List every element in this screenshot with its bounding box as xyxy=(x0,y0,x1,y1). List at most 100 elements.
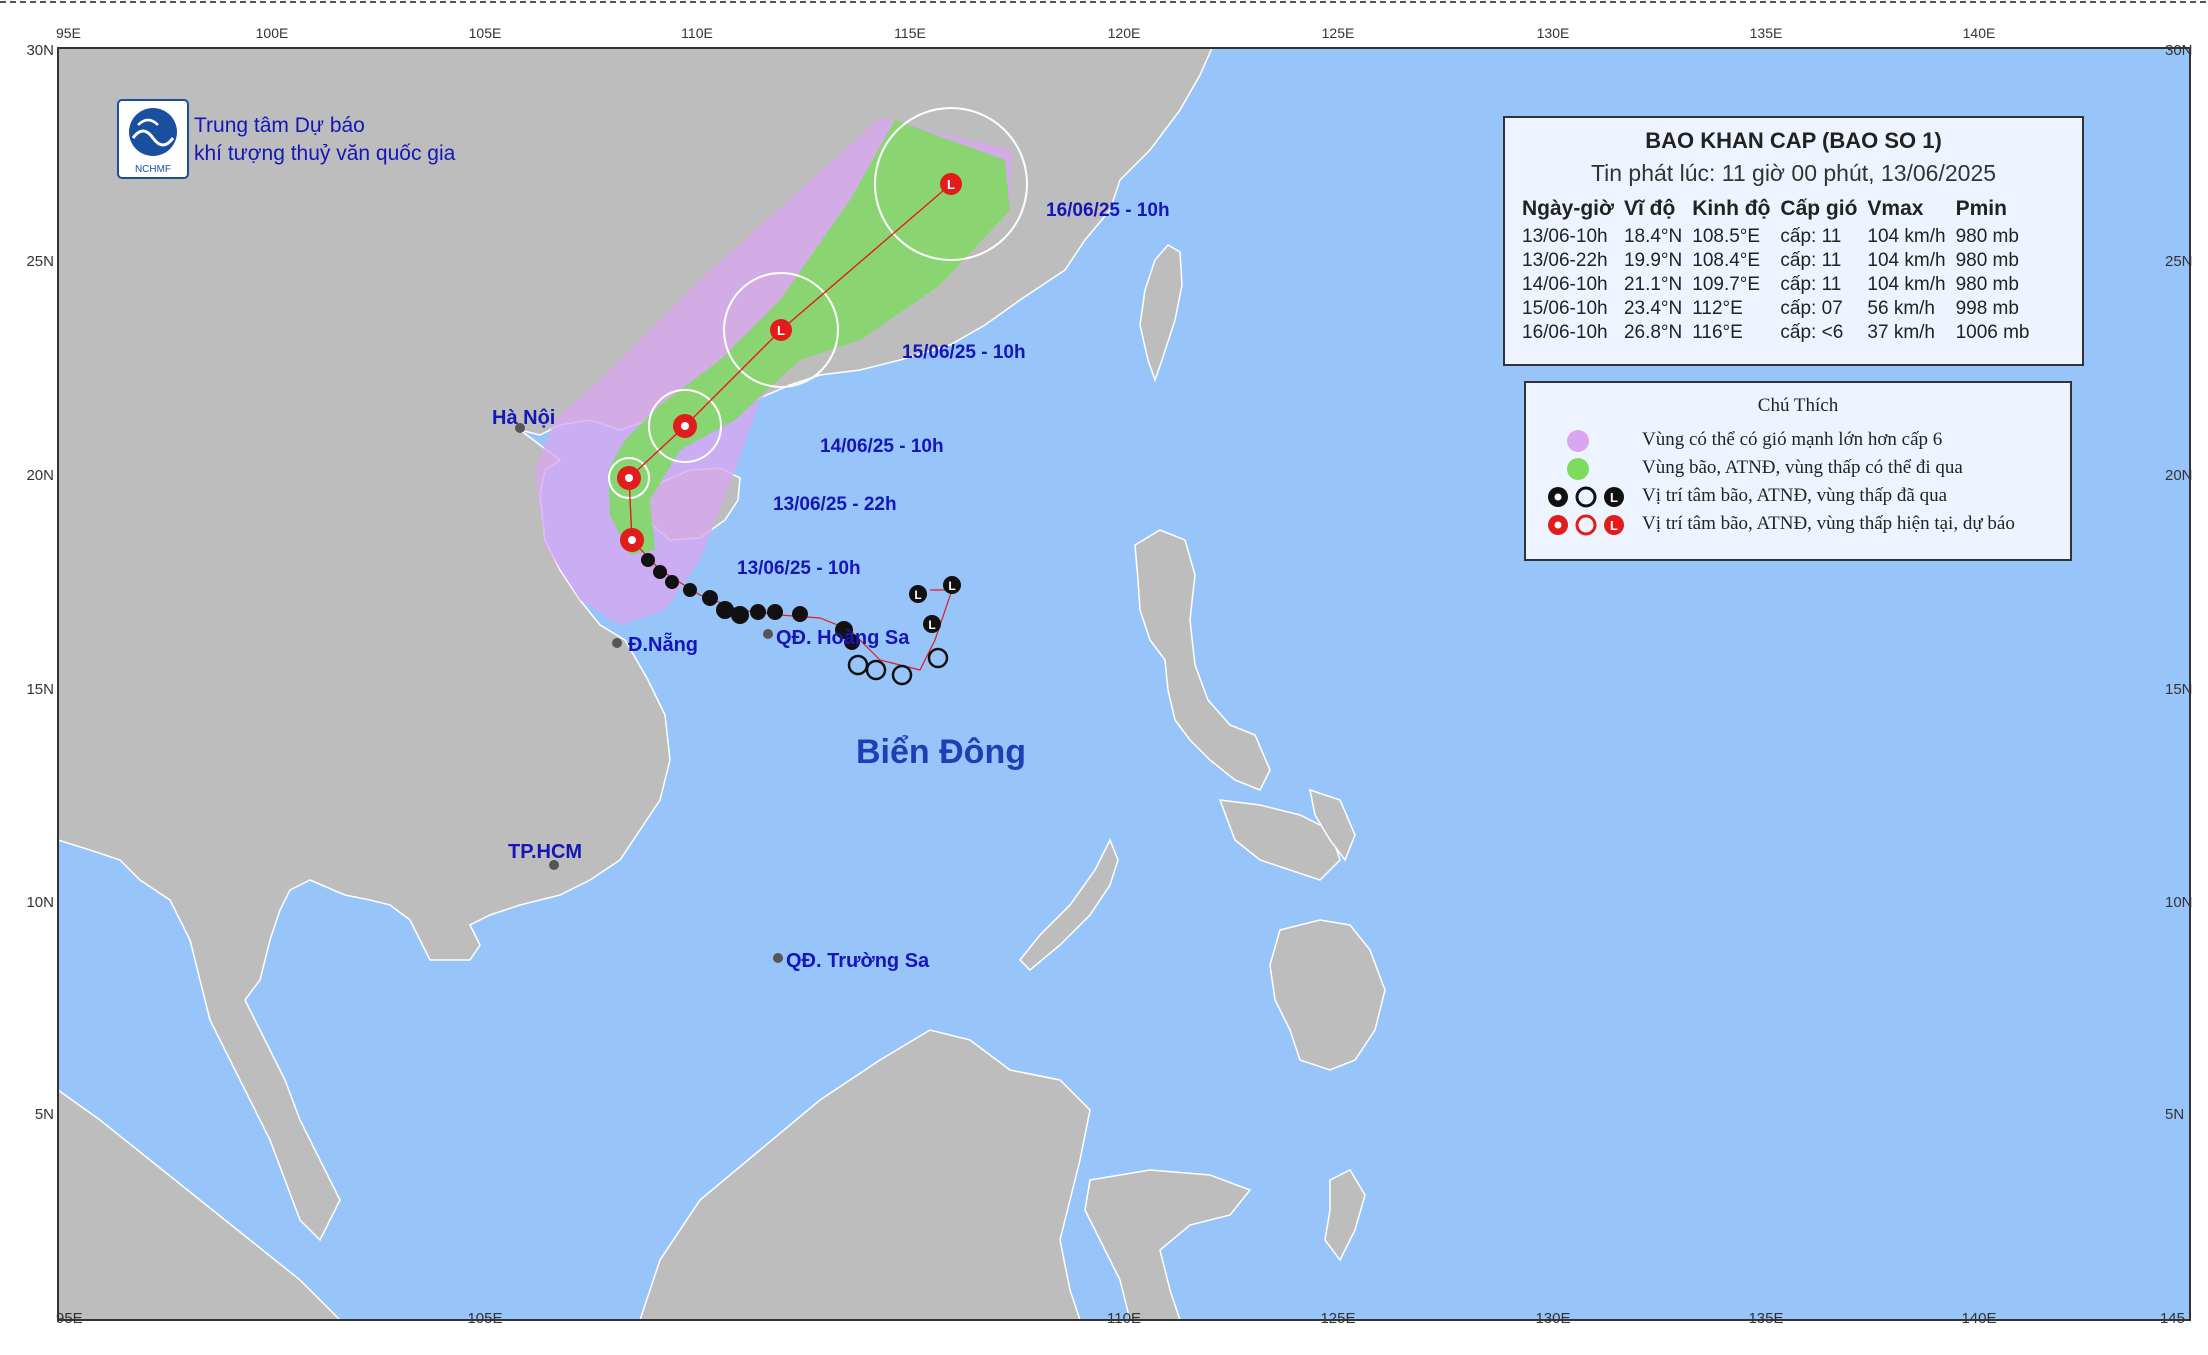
col-header: Vmax xyxy=(1867,197,1924,220)
cell: 16/06-10h xyxy=(1522,322,1608,343)
low-marker-15-06-10h: L xyxy=(770,319,792,341)
lon-label: 140E xyxy=(1963,25,1996,41)
label-bien-dong: Biển Đông xyxy=(856,733,1026,771)
time-label-14-06: 14/06/25 - 10h xyxy=(820,436,944,457)
cell: 14/06-10h xyxy=(1522,274,1608,295)
time-label-15-06: 15/06/25 - 10h xyxy=(902,342,1026,363)
lat-label: 30N xyxy=(26,42,54,59)
table-row: 14/06-10h 21.1°N 109.7°E cấp: 11 104 km/… xyxy=(1517,273,2035,297)
cell: 104 km/h xyxy=(1867,226,1946,247)
table-row: 13/06-10h 18.4°N 108.5°E cấp: 11 104 km/… xyxy=(1517,225,2035,249)
time-label-13-06-10h: 13/06/25 - 10h xyxy=(737,558,861,579)
col-header: Kinh độ xyxy=(1692,197,1771,220)
cell: 104 km/h xyxy=(1867,274,1946,295)
svg-text:L: L xyxy=(1610,490,1618,505)
legend-label: Vị trí tâm bão, ATNĐ, vùng thấp hiện tại… xyxy=(1642,513,2015,534)
svg-text:L: L xyxy=(777,323,785,338)
legend-label: Vùng có thể có gió mạnh lớn hơn cấp 6 xyxy=(1642,429,1943,450)
lat-label: 5N xyxy=(2165,1106,2184,1123)
svg-text:L: L xyxy=(948,579,955,593)
svg-text:L: L xyxy=(928,618,935,632)
cell: 108.4°E xyxy=(1692,250,1761,271)
legend-label: Vùng bão, ATNĐ, vùng thấp có thể đi qua xyxy=(1642,457,1963,478)
label-hcm: TP.HCM xyxy=(508,841,582,863)
lat-label: 15N xyxy=(26,681,54,698)
green-dot-icon xyxy=(1567,458,1589,480)
table-header-row: Ngày-giờ Vĩ độ Kinh độ Cấp gió Vmax Pmin xyxy=(1517,195,2035,225)
lat-label: 20N xyxy=(26,467,54,484)
cell: 998 mb xyxy=(1955,298,2019,319)
storm-info-box: BAO KHAN CAP (BAO SO 1) Tin phát lúc: 11… xyxy=(1503,116,2084,366)
lon-label: 135E xyxy=(1748,1310,1783,1327)
lon-label: 140E xyxy=(1961,1310,1996,1327)
storm-marker-13-06-22h xyxy=(617,466,641,490)
lat-labels-left: 30N 25N 20N 15N 10N 5N xyxy=(26,42,54,1123)
cell: cấp: <6 xyxy=(1780,322,1844,343)
legend-item-past-positions: L Vị trí tâm bão, ATNĐ, vùng thấp đã qua xyxy=(1526,483,2070,511)
cell: 26.8°N xyxy=(1623,322,1683,343)
table-row: 13/06-22h 19.9°N 108.4°E cấp: 11 104 km/… xyxy=(1517,249,2035,273)
cell: cấp: 11 xyxy=(1780,226,1842,247)
cell: 13/06-10h xyxy=(1522,226,1608,247)
current-symbols-icon: L xyxy=(1548,514,1624,536)
lat-label: 10N xyxy=(2165,894,2193,911)
col-header: Ngày-giờ xyxy=(1522,197,1614,220)
legend-item-storm-zone: Vùng bão, ATNĐ, vùng thấp có thể đi qua xyxy=(1526,455,2070,483)
lon-labels-top: 95E 100E 105E 110E 115E 120E 125E 130E 1… xyxy=(56,25,1995,41)
lon-label: 125E xyxy=(1322,25,1355,41)
lat-label: 25N xyxy=(26,253,54,270)
col-header: Vĩ độ xyxy=(1623,197,1676,220)
logo-text: NCHMF xyxy=(135,164,171,175)
cell: 37 km/h xyxy=(1867,322,1935,343)
lon-label: 110E xyxy=(1107,1310,1141,1327)
lat-label: 5N xyxy=(35,1106,54,1123)
time-label-16-06: 16/06/25 - 10h xyxy=(1046,200,1170,221)
past-symbols-icon: L xyxy=(1548,486,1624,508)
cell: 112°E xyxy=(1692,298,1743,319)
low-marker-16-06-10h: L xyxy=(940,173,962,195)
lon-label: 120E xyxy=(1108,25,1141,41)
purple-dot-icon xyxy=(1567,430,1589,452)
lat-label: 30N xyxy=(2165,42,2193,59)
table-row: 16/06-10h 26.8°N 116°E cấp: <6 37 km/h 1… xyxy=(1517,321,2035,345)
cell: 980 mb xyxy=(1955,226,2019,247)
legend-title: Chú Thích xyxy=(1757,395,1839,416)
info-title: BAO KHAN CAP (BAO SO 1) xyxy=(1645,128,1942,153)
info-issued-time: Tin phát lúc: 11 giờ 00 phút, 13/06/2025 xyxy=(1590,160,1997,186)
cell: 109.7°E xyxy=(1692,274,1761,295)
lon-label: 105E xyxy=(467,1310,502,1327)
cell: 13/06-22h xyxy=(1522,250,1608,271)
col-header: Pmin xyxy=(1955,197,2007,220)
nchmf-logo: NCHMF xyxy=(117,99,189,179)
lon-label: 95E xyxy=(56,1310,83,1327)
cell: 980 mb xyxy=(1955,250,2019,271)
cell: 56 km/h xyxy=(1867,298,1935,319)
col-header: Cấp gió xyxy=(1780,197,1858,220)
table-row: 15/06-10h 23.4°N 112°E cấp: 07 56 km/h 9… xyxy=(1517,297,2035,321)
lat-label: 25N xyxy=(2165,253,2193,270)
label-danang: Đ.Nẵng xyxy=(628,632,698,656)
svg-text:L: L xyxy=(914,588,921,602)
lon-label: 100E xyxy=(256,25,289,41)
lon-label: 110E xyxy=(681,25,713,41)
storm-forecast-map: 95E 100E 105E 110E 115E 120E 125E 130E 1… xyxy=(0,0,2208,1350)
time-label-13-06-22h: 13/06/25 - 22h xyxy=(773,494,897,515)
cell: 104 km/h xyxy=(1867,250,1946,271)
label-truongsa: QĐ. Trường Sa xyxy=(786,950,930,972)
org-line-2: khí tượng thuỷ văn quốc gia xyxy=(194,142,456,165)
cell: cấp: 11 xyxy=(1780,250,1842,271)
map-legend: Chú Thích Vùng có thể có gió mạnh lớn hơ… xyxy=(1524,381,2072,561)
lon-label: 115E xyxy=(894,25,926,41)
label-hanoi: Hà Nội xyxy=(492,407,555,429)
cell: 19.9°N xyxy=(1623,250,1683,271)
cell: cấp: 11 xyxy=(1780,274,1842,295)
cell: 980 mb xyxy=(1955,274,2019,295)
legend-item-wind-zone: Vùng có thể có gió mạnh lớn hơn cấp 6 xyxy=(1526,427,2070,455)
svg-text:L: L xyxy=(1610,518,1618,533)
label-hoangsa: QĐ. Hoàng Sa xyxy=(776,627,910,649)
cell: 23.4°N xyxy=(1623,298,1683,319)
legend-item-current-positions: L Vị trí tâm bão, ATNĐ, vùng thấp hiện t… xyxy=(1526,511,2070,539)
lon-label: 145 xyxy=(2160,1310,2185,1327)
legend-label: Vị trí tâm bão, ATNĐ, vùng thấp đã qua xyxy=(1642,485,1948,506)
lat-label: 20N xyxy=(2165,467,2193,484)
